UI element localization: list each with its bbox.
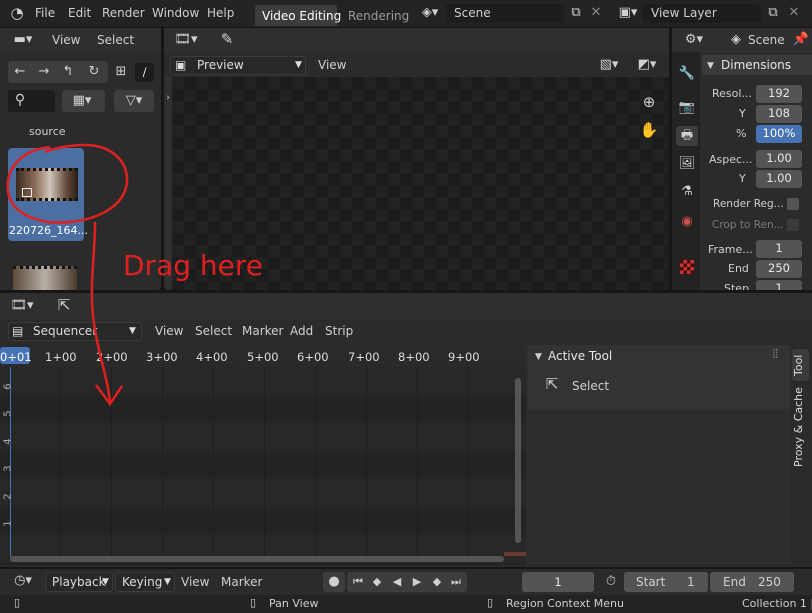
annotation-circle xyxy=(6,143,129,224)
drag-here-text: Drag here xyxy=(123,249,263,282)
drag-annotation: Drag here xyxy=(6,143,263,407)
annotation-arrow-line xyxy=(90,221,112,403)
